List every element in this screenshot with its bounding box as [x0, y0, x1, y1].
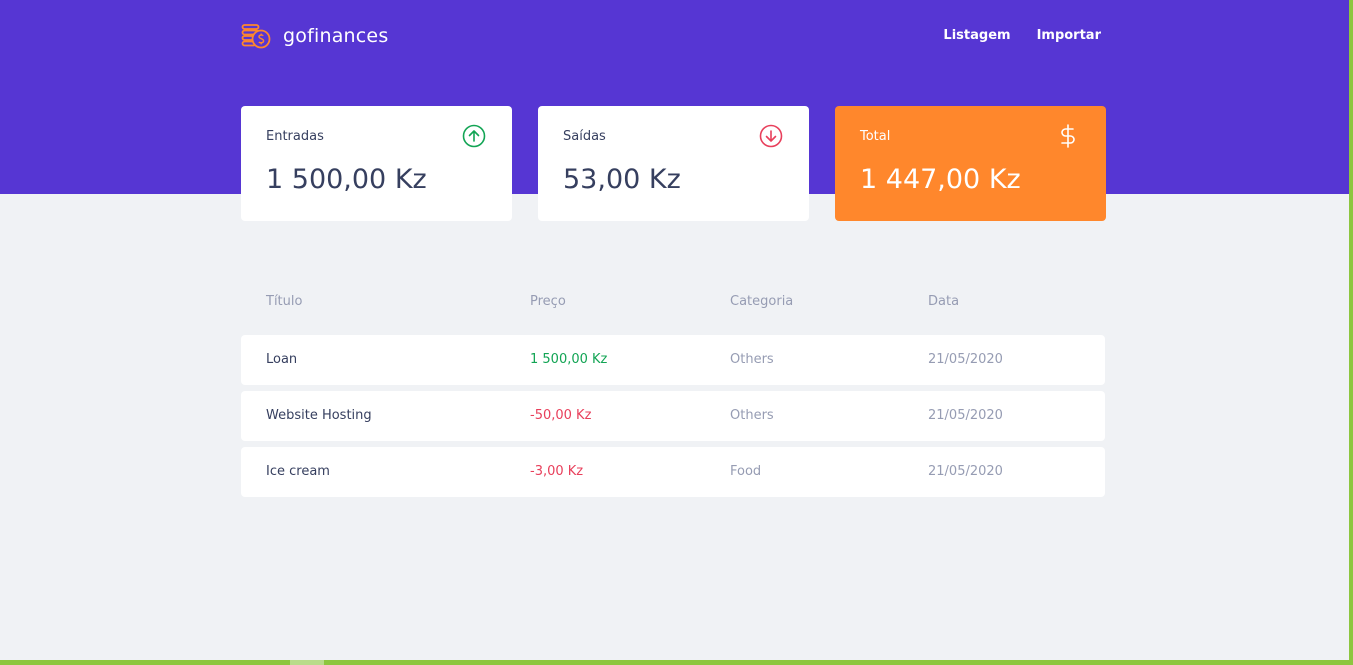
transaction-price: 1 500,00 Kz: [530, 352, 608, 367]
transaction-category: Others: [730, 408, 774, 423]
transactions-table-body: Loan 1 500,00 Kz Others 21/05/2020 Websi…: [241, 335, 1105, 503]
transaction-title: Website Hosting: [266, 408, 372, 423]
total-card: Total 1 447,00 Kz: [835, 106, 1106, 221]
outcome-card-value: 53,00 Kz: [563, 164, 681, 195]
arrow-up-circle-icon: [462, 124, 486, 148]
column-header-date: Data: [928, 294, 960, 309]
total-card-label: Total: [860, 129, 891, 144]
outcome-card: Saídas 53,00 Kz: [538, 106, 809, 221]
nav-link-listagem[interactable]: Listagem: [943, 28, 1010, 43]
total-card-value: 1 447,00 Kz: [860, 164, 1021, 195]
transaction-price: -3,00 Kz: [530, 464, 584, 479]
column-header-category: Categoria: [730, 294, 794, 309]
income-card-value: 1 500,00 Kz: [266, 164, 427, 195]
income-card-label: Entradas: [266, 129, 324, 144]
coins-icon: [241, 24, 271, 49]
nav-link-importar[interactable]: Importar: [1037, 28, 1101, 43]
dollar-sign-icon: [1056, 124, 1080, 148]
window-border-right: [1349, 0, 1353, 665]
main-nav: Listagem Importar: [943, 28, 1101, 43]
transaction-category: Others: [730, 352, 774, 367]
arrow-down-circle-icon: [759, 124, 783, 148]
column-header-title: Título: [266, 294, 303, 309]
logo[interactable]: gofinances: [241, 22, 388, 50]
transaction-date: 21/05/2020: [928, 464, 1003, 479]
transactions-table-header: Título Preço Categoria Data: [241, 294, 1105, 314]
table-row: Loan 1 500,00 Kz Others 21/05/2020: [241, 335, 1105, 385]
income-card: Entradas 1 500,00 Kz: [241, 106, 512, 221]
column-header-price: Preço: [530, 294, 566, 309]
transaction-title: Ice cream: [266, 464, 330, 479]
window-border-mark: [290, 660, 324, 665]
transaction-date: 21/05/2020: [928, 352, 1003, 367]
table-row: Website Hosting -50,00 Kz Others 21/05/2…: [241, 391, 1105, 441]
window-border-bottom: [0, 660, 1353, 665]
transaction-title: Loan: [266, 352, 298, 367]
transaction-date: 21/05/2020: [928, 408, 1003, 423]
transaction-price: -50,00 Kz: [530, 408, 592, 423]
app-name: gofinances: [283, 25, 389, 47]
table-row: Ice cream -3,00 Kz Food 21/05/2020: [241, 447, 1105, 497]
transaction-category: Food: [730, 464, 762, 479]
summary-cards: Entradas 1 500,00 Kz Saídas 53,00 Kz Tot…: [241, 106, 1106, 221]
outcome-card-label: Saídas: [563, 129, 606, 144]
